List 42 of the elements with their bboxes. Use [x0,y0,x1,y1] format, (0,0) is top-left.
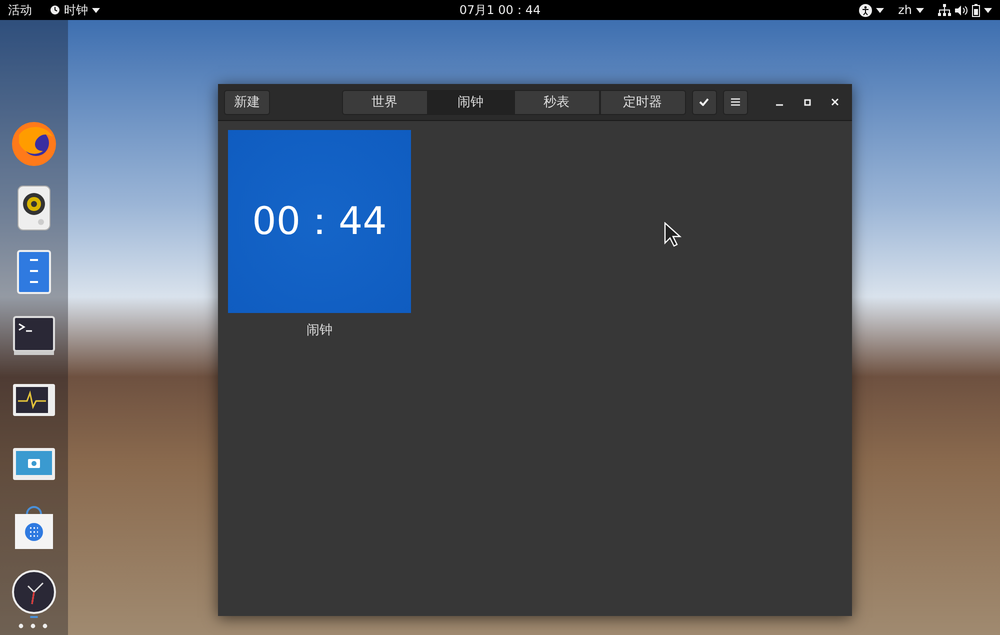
clock-icon [11,569,57,615]
network-icon [938,4,952,16]
view-tab[interactable]: 秒表 [514,90,600,114]
speaker-icon [17,185,51,231]
select-button[interactable] [692,90,717,114]
shopping-bag-icon [13,506,55,550]
running-indicator [30,616,38,618]
menu-button[interactable] [722,90,748,114]
caret-icon [92,8,100,12]
alarm-tile[interactable]: 00：44 [228,130,411,313]
caret-icon [916,8,924,12]
maximize-icon [804,98,811,106]
camera-icon [12,447,56,481]
date-time[interactable]: 07月1 00：44 [459,2,541,18]
clock-icon [50,5,60,15]
view-tab[interactable]: 定时器 [600,90,686,114]
view-tab[interactable]: 闹钟 [428,90,514,114]
checkmark-icon [699,98,710,106]
battery-icon [972,4,980,16]
app-menu[interactable]: 时钟 [50,2,100,18]
new-button[interactable]: 新建 [224,90,270,114]
file-cabinet-icon [17,250,51,294]
app-name: 时钟 [64,2,88,18]
input-method-menu[interactable]: zh [898,3,924,17]
terminal-icon [13,316,55,356]
show-apps-icon[interactable] [18,623,48,629]
alarm-name: 闹钟 [306,322,332,339]
caret-icon [984,8,992,12]
input-method-label: zh [898,3,912,17]
volume-icon [955,4,968,16]
accessibility-icon [859,4,872,16]
close-icon [831,98,840,106]
caret-icon [876,8,884,12]
system-monitor-icon [12,383,56,417]
activities-button[interactable]: 活动 [8,2,32,18]
menu-icon [730,98,740,106]
accessibility-menu[interactable] [859,4,884,16]
system-menu[interactable] [938,4,992,16]
pointer-icon [664,222,682,248]
view-tab[interactable]: 世界 [342,90,428,114]
alarm-time: 00：44 [252,198,387,245]
fox-globe-icon [11,121,57,167]
